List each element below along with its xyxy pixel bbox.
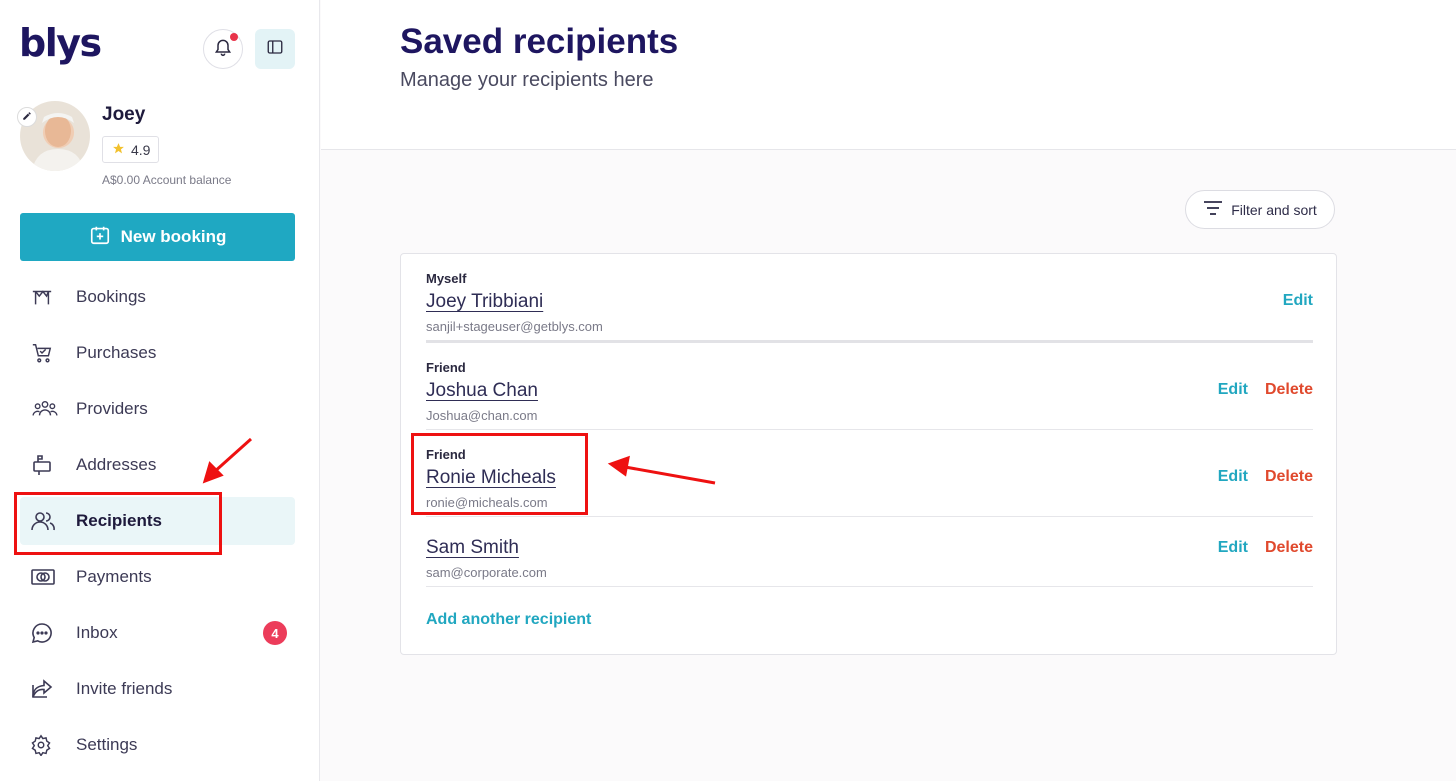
pencil-icon xyxy=(22,108,32,126)
rating-badge: 4.9 xyxy=(102,136,160,163)
new-booking-label: New booking xyxy=(120,227,227,246)
star-icon xyxy=(112,142,125,158)
sidebar-item-purchases[interactable]: Purchases xyxy=(20,329,295,377)
rating-value: 4.9 xyxy=(131,141,151,158)
payment-icon xyxy=(20,566,76,588)
page-title: Saved recipients xyxy=(400,22,679,61)
recipient-row: Sam Smith sam@corporate.com Edit Delete xyxy=(426,537,1313,580)
sidebar-item-label: Addresses xyxy=(76,455,157,474)
new-booking-button[interactable]: New booking xyxy=(20,213,295,261)
recipient-email: sanjil+stageuser@getblys.com xyxy=(426,319,603,334)
sidebar-item-label: Providers xyxy=(76,399,148,418)
sidebar-item-payments[interactable]: Payments xyxy=(20,553,295,601)
page-header: Saved recipients Manage your recipients … xyxy=(321,0,1456,150)
recipient-name-link[interactable]: Joshua Chan xyxy=(426,380,538,402)
edit-recipient-button[interactable]: Edit xyxy=(1218,381,1248,399)
sidebar-item-bookings[interactable]: Bookings xyxy=(20,273,295,321)
notification-dot xyxy=(230,33,238,41)
filter-icon xyxy=(1203,200,1223,219)
sidebar-item-label: Settings xyxy=(76,735,138,754)
bookings-icon xyxy=(20,286,76,308)
unread-count-badge: 4 xyxy=(263,621,287,645)
divider xyxy=(426,429,1313,430)
providers-icon xyxy=(20,398,76,420)
recipient-row: Friend Joshua Chan Joshua@chan.com Edit … xyxy=(426,360,1313,423)
recipient-email: sam@corporate.com xyxy=(426,565,547,580)
annotation-highlight-recipients xyxy=(14,492,222,555)
divider xyxy=(426,340,1313,343)
calendar-plus-icon xyxy=(89,224,111,251)
brand-logo[interactable]: blys xyxy=(19,24,102,62)
filter-sort-button[interactable]: Filter and sort xyxy=(1185,190,1335,229)
sidebar-item-providers[interactable]: Providers xyxy=(20,385,295,433)
sidebar-item-label: Purchases xyxy=(76,343,157,362)
profile-name: Joey xyxy=(102,104,146,125)
sidebar-item-invite-friends[interactable]: Invite friends xyxy=(20,665,295,713)
recipient-relationship: Myself xyxy=(426,271,467,286)
page-subtitle: Manage your recipients here xyxy=(400,69,654,91)
edit-recipient-button[interactable]: Edit xyxy=(1218,539,1248,557)
filter-sort-label: Filter and sort xyxy=(1231,201,1317,218)
recipient-name-link[interactable]: Joey Tribbiani xyxy=(426,291,543,313)
bell-icon xyxy=(213,37,233,62)
delete-recipient-button[interactable]: Delete xyxy=(1265,468,1313,486)
recipient-name-link[interactable]: Sam Smith xyxy=(426,537,519,559)
edit-recipient-button[interactable]: Edit xyxy=(1283,292,1313,310)
sidebar-item-inbox[interactable]: Inbox 4 xyxy=(20,609,295,657)
sidebar-item-label: Inbox xyxy=(76,623,118,642)
edit-recipient-button[interactable]: Edit xyxy=(1218,468,1248,486)
delete-recipient-button[interactable]: Delete xyxy=(1265,381,1313,399)
edit-avatar-button[interactable] xyxy=(17,107,37,127)
sidebar-item-addresses[interactable]: Addresses xyxy=(20,441,295,489)
cart-icon xyxy=(20,342,76,364)
recipient-relationship: Friend xyxy=(426,360,466,375)
divider xyxy=(426,516,1313,517)
sidebar-item-label: Invite friends xyxy=(76,679,173,698)
delete-recipient-button[interactable]: Delete xyxy=(1265,539,1313,557)
sidebar-toggle-button[interactable] xyxy=(255,29,295,69)
notifications-button[interactable] xyxy=(203,29,243,69)
recipient-row: Myself Joey Tribbiani sanjil+stageuser@g… xyxy=(426,271,1313,334)
sidebar-item-settings[interactable]: Settings xyxy=(20,721,295,769)
share-icon xyxy=(20,677,76,701)
sidebar-panel-icon xyxy=(266,38,284,61)
gear-icon xyxy=(20,734,76,756)
mailbox-icon xyxy=(20,453,76,477)
account-balance: A$0.00 Account balance xyxy=(102,173,232,187)
divider xyxy=(426,586,1313,587)
chat-icon xyxy=(20,621,76,645)
sidebar-item-label: Payments xyxy=(76,567,152,586)
sidebar: blys Joey 4.9 A$0.00 Account balance New… xyxy=(0,0,320,781)
recipient-email: Joshua@chan.com xyxy=(426,408,538,423)
add-recipient-link[interactable]: Add another recipient xyxy=(426,611,591,629)
sidebar-item-label: Bookings xyxy=(76,287,146,306)
annotation-highlight-recipient-row xyxy=(411,433,588,515)
